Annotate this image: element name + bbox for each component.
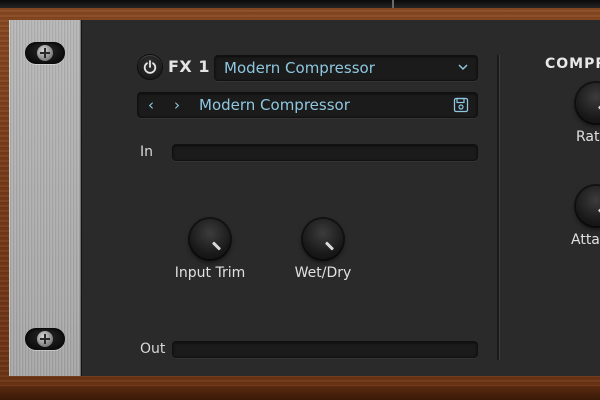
input-level-meter [172,144,478,161]
section-divider [497,55,499,360]
preset-next-button[interactable]: › [174,96,180,114]
power-icon [143,60,157,74]
knob-indicator [211,241,222,251]
out-meter-label: Out [140,341,166,357]
power-button[interactable] [138,55,162,79]
input-trim-knob[interactable] [190,219,230,259]
wet-dry-knob[interactable] [303,219,343,259]
input-trim-label: Input Trim [174,265,246,281]
wet-dry-label: Wet/Dry [294,265,352,281]
chevron-down-icon [458,64,468,71]
screw-icon [25,42,65,64]
ratio-label: Ratio [576,129,600,145]
top-strip [0,0,600,8]
attack-label: Attack [571,232,600,248]
metal-side-plate [9,20,81,376]
compressor-section: COMPRESSOR Ratio Attack [500,20,600,376]
ratio-knob[interactable] [576,83,600,123]
output-level-meter [172,341,478,358]
bottom-strip [0,386,600,400]
attack-knob[interactable] [576,186,600,226]
top-tick [392,0,394,8]
in-meter-label: In [140,144,154,160]
preset-name[interactable]: Modern Compressor [199,96,350,114]
fx-slot-label: FX 1 [168,57,210,76]
preset-bar: ‹ › Modern Compressor [137,92,478,118]
knob-indicator [324,241,335,251]
preset-prev-button[interactable]: ‹ [148,96,154,114]
compressor-section-title: COMPRESSOR [545,56,600,72]
save-icon[interactable] [453,97,469,113]
effect-type-dropdown[interactable]: Modern Compressor [214,55,478,81]
effect-type-value: Modern Compressor [224,59,375,77]
screw-icon [25,328,65,350]
